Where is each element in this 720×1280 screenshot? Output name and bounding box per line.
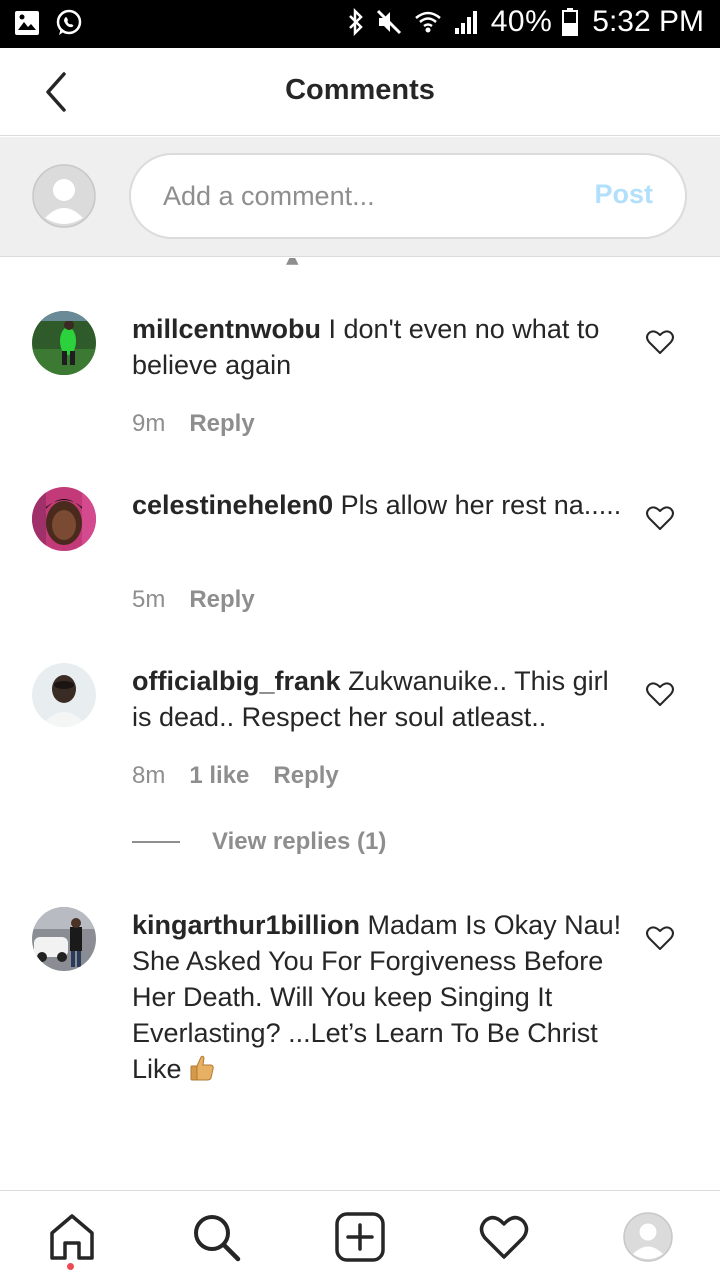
comment-text: millcentnwobu I don't even no what to be… bbox=[132, 311, 622, 383]
reply-button[interactable]: Reply bbox=[189, 410, 254, 438]
comment-body: Pls allow her rest na..... bbox=[340, 490, 622, 520]
header: Comments bbox=[0, 48, 720, 136]
home-icon bbox=[50, 1214, 94, 1260]
profile-icon bbox=[623, 1212, 673, 1262]
heart-icon bbox=[479, 1215, 529, 1259]
mute-icon bbox=[375, 8, 403, 36]
heart-icon bbox=[646, 926, 674, 950]
like-button[interactable] bbox=[646, 329, 674, 355]
signal-icon bbox=[453, 8, 481, 36]
bluetooth-icon bbox=[347, 8, 365, 36]
comment-meta: 8m 1 like Reply bbox=[132, 762, 339, 790]
nav-activity[interactable] bbox=[478, 1211, 530, 1263]
nav-profile[interactable] bbox=[622, 1211, 674, 1263]
battery-percent: 40% bbox=[490, 5, 553, 38]
comment-time: 5m bbox=[132, 586, 166, 613]
reply-button[interactable]: Reply bbox=[273, 762, 338, 790]
comment-username[interactable]: millcentnwobu bbox=[132, 314, 321, 344]
battery-icon bbox=[562, 8, 579, 36]
comment-meta: 9m Reply bbox=[132, 410, 255, 438]
search-icon bbox=[194, 1215, 241, 1262]
like-button[interactable] bbox=[646, 505, 674, 531]
avatar[interactable] bbox=[32, 663, 96, 727]
comment-username[interactable]: kingarthur1billion bbox=[132, 910, 360, 940]
avatar[interactable] bbox=[32, 487, 96, 551]
avatar[interactable] bbox=[32, 907, 96, 971]
comment-username[interactable]: officialbig_frank bbox=[132, 666, 341, 696]
comment-time: 9m bbox=[132, 410, 166, 437]
heart-icon bbox=[646, 682, 674, 706]
nav-search[interactable] bbox=[190, 1211, 242, 1263]
avatar[interactable] bbox=[32, 311, 96, 375]
status-bar: 40% 5:32 PM bbox=[0, 0, 720, 48]
notification-dot bbox=[67, 1263, 74, 1270]
comment-username[interactable]: celestinehelen0 bbox=[132, 490, 333, 520]
comment-text: celestinehelen0 Pls allow her rest na...… bbox=[132, 487, 622, 523]
comment-text: officialbig_frank Zukwanuike.. This girl… bbox=[132, 663, 622, 735]
nav-add-post[interactable] bbox=[334, 1211, 386, 1263]
clock: 5:32 PM bbox=[592, 5, 704, 38]
page-title: Comments bbox=[285, 74, 435, 106]
like-button[interactable] bbox=[646, 681, 674, 707]
nav-home[interactable] bbox=[46, 1211, 98, 1263]
gallery-icon bbox=[14, 10, 40, 36]
comment-text: kingarthur1billion Madam Is Okay Nau! Sh… bbox=[132, 907, 622, 1091]
reply-button[interactable]: Reply bbox=[189, 586, 254, 614]
bottom-nav bbox=[0, 1190, 720, 1280]
comment-time: 8m bbox=[132, 762, 166, 789]
heart-icon bbox=[646, 506, 674, 530]
whatsapp-icon bbox=[54, 8, 84, 38]
like-button[interactable] bbox=[646, 925, 674, 951]
view-replies-button[interactable]: View replies (1) bbox=[132, 828, 386, 856]
thumbs-up-icon bbox=[189, 1054, 215, 1091]
comment-input[interactable] bbox=[163, 155, 563, 237]
comment-meta: 5m Reply bbox=[132, 586, 255, 614]
add-post-icon bbox=[335, 1212, 385, 1262]
view-replies-label: View replies (1) bbox=[212, 828, 387, 855]
comment-composer: Post bbox=[0, 137, 720, 257]
divider bbox=[132, 841, 180, 843]
likes-count[interactable]: 1 like bbox=[189, 762, 249, 790]
comment-box: Post bbox=[129, 153, 687, 239]
heart-icon bbox=[646, 330, 674, 354]
comments-list[interactable]: ▴ millcentnwobu I don't even no what to … bbox=[0, 258, 720, 1190]
partial-reply-link: ▴ bbox=[286, 258, 299, 272]
post-button[interactable]: Post bbox=[594, 179, 653, 210]
wifi-icon bbox=[413, 8, 443, 36]
my-avatar bbox=[32, 164, 96, 228]
